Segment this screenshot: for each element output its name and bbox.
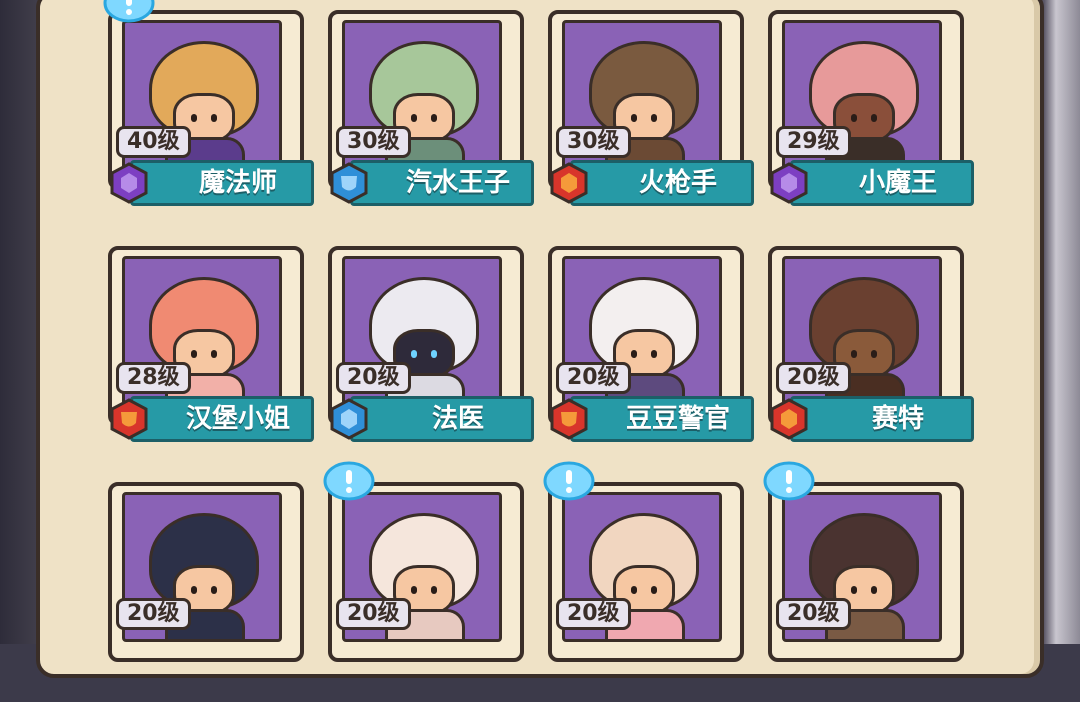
level-badge: 20级 [556,362,631,394]
name-plate: 法医 [350,396,534,442]
red-rank-icon [768,398,810,440]
character-card-8[interactable]: 20级 赛特 [768,246,974,466]
character-name: 魔法师 [198,168,277,198]
character-card-6[interactable]: 20级 法医 [328,246,534,466]
character-name: 赛特 [871,404,924,434]
level-badge: 40级 [116,126,191,158]
name-plate: 小魔王 [790,160,974,206]
character-name: 火枪手 [638,168,717,198]
character-card-5[interactable]: 28级 汉堡小姐 [108,246,314,466]
level-badge: 20级 [336,598,411,630]
red-rank-icon [108,398,150,440]
exclamation-bubble-icon[interactable] [322,460,376,502]
character-card-10[interactable]: 20级 [328,482,524,702]
character-card-1[interactable]: 40级 魔法师 [108,10,314,230]
exclamation-bubble-icon[interactable] [542,460,596,502]
name-plate: 赛特 [790,396,974,442]
red-rank-icon [548,162,590,204]
name-plate: 火枪手 [570,160,754,206]
level-badge: 30级 [336,126,411,158]
character-name: 汽水王子 [405,168,510,198]
exclamation-bubble-icon[interactable] [102,0,156,24]
red-rank-icon [548,398,590,440]
name-plate: 汉堡小姐 [130,396,314,442]
level-badge: 20级 [776,362,851,394]
level-badge: 30级 [556,126,631,158]
purple-rank-icon [108,162,150,204]
character-card-12[interactable]: 20级 [768,482,964,702]
purple-rank-icon [768,162,810,204]
name-plate: 豆豆警官 [570,396,754,442]
level-badge: 20级 [116,598,191,630]
character-card-2[interactable]: 30级 汽水王子 [328,10,534,230]
character-name: 法医 [431,404,484,434]
name-plate: 汽水王子 [350,160,534,206]
blue-rank-icon [328,398,370,440]
exclamation-bubble-icon[interactable] [762,460,816,502]
character-name: 汉堡小姐 [185,404,290,434]
character-name: 豆豆警官 [625,404,730,434]
character-card-4[interactable]: 29级 小魔王 [768,10,974,230]
level-badge: 29级 [776,126,851,158]
level-badge: 20级 [556,598,631,630]
character-card-7[interactable]: 20级 豆豆警官 [548,246,754,466]
blue-rank-icon [328,162,370,204]
level-badge: 20级 [336,362,411,394]
character-card-9[interactable]: 20级 [108,482,304,702]
character-card-11[interactable]: 20级 [548,482,744,702]
name-plate: 魔法师 [130,160,314,206]
character-card-3[interactable]: 30级 火枪手 [548,10,754,230]
level-badge: 20级 [776,598,851,630]
character-name: 小魔王 [858,168,937,198]
level-badge: 28级 [116,362,191,394]
